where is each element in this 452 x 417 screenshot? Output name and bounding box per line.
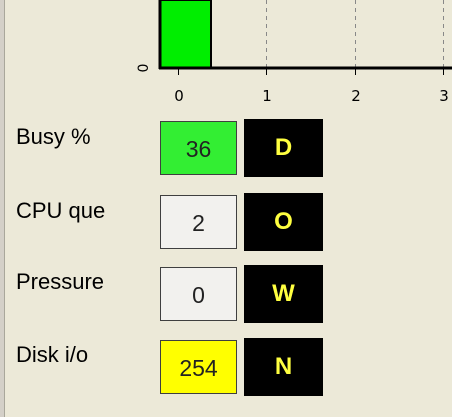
status-letter-n: N [244, 338, 323, 396]
x-tick-label: 1 [262, 87, 272, 105]
bar-chart: 0 1 2 3 0 [136, 0, 452, 105]
metric-label-busy: Busy % [16, 124, 91, 149]
status-letter-o: O [244, 193, 323, 251]
x-tick-label: 2 [351, 87, 361, 105]
disk-io-value-box: 254 [160, 340, 237, 394]
status-letter-w: W [244, 265, 323, 323]
pressure-value-box: 0 [160, 267, 237, 321]
performance-monitor: 0 1 2 3 0 Busy % 36 D CPU que 2 O Pressure 0… [0, 0, 452, 417]
status-letter-d: D [244, 119, 323, 177]
metric-label-pressure: Pressure [16, 269, 105, 294]
busy-value-box: 36 [160, 121, 237, 175]
metric-label-disk-io: Disk i/o [16, 342, 89, 367]
y-tick-label: 0 [136, 64, 152, 73]
metric-label-cpu-queue: CPU que [16, 198, 106, 223]
x-tick-label: 0 [174, 87, 184, 105]
cpu-queue-value-box: 2 [160, 195, 237, 249]
x-tick-label: 3 [439, 87, 449, 105]
chart-bar [159, 0, 212, 69]
